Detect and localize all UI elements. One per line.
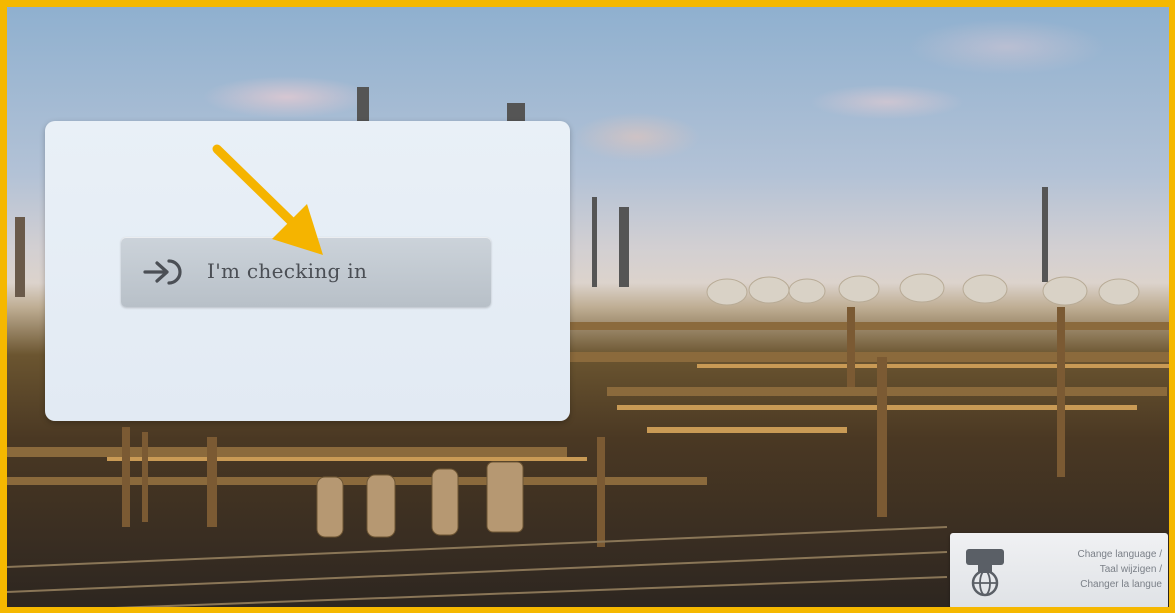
- kiosk-frame: I'm checking in Change language / Taal w…: [0, 0, 1175, 613]
- globe-flag-icon: [966, 549, 1004, 597]
- annotation-arrow: [212, 144, 323, 255]
- change-language-button[interactable]: Change language / Taal wijzigen / Change…: [950, 533, 1168, 607]
- change-language-label: Change language / Taal wijzigen / Change…: [1077, 549, 1162, 590]
- kiosk-screen: I'm checking in Change language / Taal w…: [7, 7, 1169, 607]
